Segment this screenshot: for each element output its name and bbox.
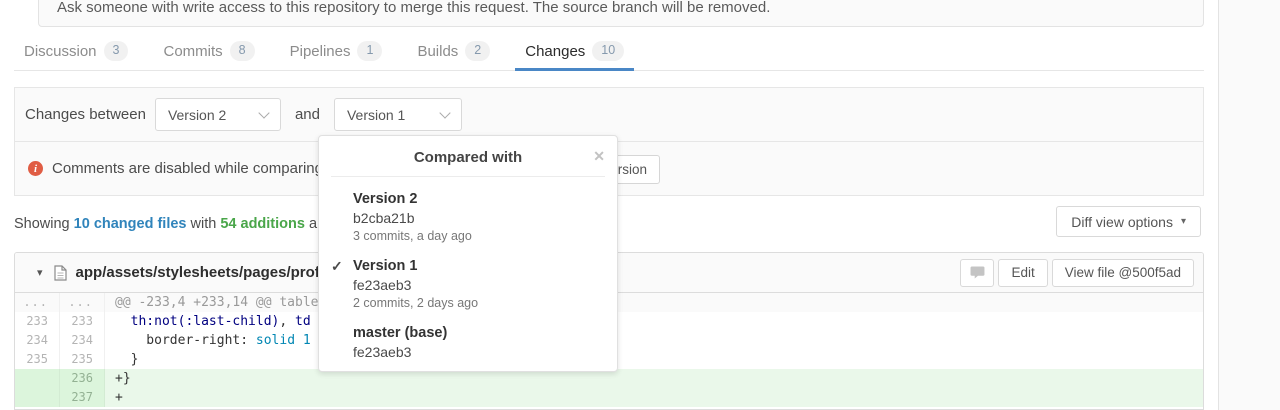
- tab-label: Discussion: [24, 43, 97, 60]
- close-icon[interactable]: ✕: [593, 149, 605, 163]
- tab-label: Changes: [525, 43, 585, 60]
- old-line-number[interactable]: 233: [15, 312, 60, 331]
- compare-to-select[interactable]: Version 1: [334, 98, 462, 131]
- code-line: border-right: solid 1: [105, 331, 1203, 350]
- tab-count-badge: 1: [357, 41, 382, 61]
- banner-text: Ask someone with write access to this re…: [39, 0, 1203, 16]
- tab-discussion[interactable]: Discussion 3: [14, 34, 138, 71]
- summary-middle: with: [191, 216, 217, 232]
- file-icon: [54, 265, 67, 281]
- old-line-number[interactable]: 234: [15, 331, 60, 350]
- tab-count-badge: 8: [230, 41, 255, 61]
- new-line-number[interactable]: 233: [60, 312, 105, 331]
- view-file-button[interactable]: View file @500f5ad: [1052, 259, 1194, 287]
- tab-count-badge: 10: [592, 41, 624, 61]
- compared-with-dropdown: Compared with ✕ ✓ Version 2 b2cba21b 3 c…: [318, 135, 618, 372]
- version-option-title: master (base): [353, 324, 601, 343]
- chevron-down-icon: [439, 107, 450, 118]
- compare-conjunction: and: [295, 106, 320, 123]
- new-line-number[interactable]: 234: [60, 331, 105, 350]
- compare-to-value: Version 1: [347, 107, 405, 123]
- version-option-title: Version 1: [353, 257, 601, 276]
- version-option-sha: b2cba21b: [353, 209, 601, 228]
- tab-label: Builds: [417, 43, 458, 60]
- code-line: th:not(:last-child), td: [105, 312, 1203, 331]
- diff-summary-text: Showing 10 changed files with 54 additio…: [14, 216, 333, 232]
- new-line-number[interactable]: 237: [60, 388, 105, 407]
- tab-label: Pipelines: [290, 43, 351, 60]
- version-option-sha: fe23aeb3: [353, 343, 601, 362]
- comment-button[interactable]: [960, 259, 994, 287]
- mr-tabs: Discussion 3 Commits 8 Pipelines 1 Build…: [14, 34, 1204, 71]
- tab-commits[interactable]: Commits 8: [153, 34, 264, 71]
- code-line: +}: [105, 369, 1203, 388]
- tab-changes[interactable]: Changes 10: [515, 34, 634, 71]
- comment-bubble-icon: [970, 266, 985, 279]
- code-line: @@ -233,4 +233,14 @@ table: [105, 293, 1203, 312]
- tab-label: Commits: [163, 43, 222, 60]
- info-icon: i: [28, 161, 43, 176]
- dropdown-header: Compared with ✕: [331, 136, 605, 177]
- diff-row: 237 +: [15, 388, 1203, 407]
- old-line-number[interactable]: [15, 369, 60, 388]
- version-option-meta: 2 commits, 2 days ago: [353, 295, 601, 312]
- version-option[interactable]: ✓ master (base) fe23aeb3: [319, 324, 617, 372]
- additions-count: 54 additions: [220, 216, 305, 232]
- tab-pipelines[interactable]: Pipelines 1: [280, 34, 393, 71]
- diff-view-options-button[interactable]: Diff view options ▾: [1056, 206, 1201, 237]
- old-line-number[interactable]: ...: [15, 293, 60, 312]
- compare-from-select[interactable]: Version 2: [155, 98, 281, 131]
- chevron-down-icon: [258, 107, 269, 118]
- check-icon: ✓: [331, 258, 343, 275]
- collapsed-sidebar: [1218, 0, 1280, 410]
- version-option-meta: 3 commits, a day ago: [353, 228, 601, 245]
- tab-count-badge: 3: [104, 41, 129, 61]
- new-line-number[interactable]: 235: [60, 350, 105, 369]
- compare-versions-bar: Changes between Version 2 and Version 1: [14, 87, 1204, 142]
- collapse-caret-icon[interactable]: ▾: [37, 266, 43, 279]
- version-option-sha: fe23aeb3: [353, 276, 601, 295]
- file-header-actions: Edit View file @500f5ad: [960, 259, 1194, 287]
- tab-count-badge: 2: [465, 41, 490, 61]
- caret-down-icon: ▾: [1181, 216, 1186, 227]
- version-option-title: Version 2: [353, 190, 601, 209]
- new-line-number[interactable]: 236: [60, 369, 105, 388]
- new-line-number[interactable]: ...: [60, 293, 105, 312]
- code-line: +: [105, 388, 1203, 407]
- dropdown-title: Compared with: [414, 149, 522, 166]
- old-line-number[interactable]: [15, 388, 60, 407]
- merge-request-page: Ask someone with write access to this re…: [0, 0, 1280, 410]
- code-line: }: [105, 350, 1203, 369]
- old-line-number[interactable]: 235: [15, 350, 60, 369]
- version-option[interactable]: ✓ Version 2 b2cba21b 3 commits, a day ag…: [319, 190, 617, 257]
- merge-widget-banner: Ask someone with write access to this re…: [38, 0, 1204, 27]
- version-list: ✓ Version 2 b2cba21b 3 commits, a day ag…: [319, 177, 617, 372]
- compare-label: Changes between: [25, 106, 146, 123]
- tab-builds[interactable]: Builds 2: [407, 34, 500, 71]
- diff-view-options-label: Diff view options: [1071, 214, 1173, 230]
- edit-button[interactable]: Edit: [998, 259, 1047, 287]
- compare-from-value: Version 2: [168, 107, 226, 123]
- changed-files-link[interactable]: 10 changed files: [74, 216, 187, 232]
- version-option[interactable]: ✓ Version 1 fe23aeb3 2 commits, 2 days a…: [319, 257, 617, 324]
- summary-prefix: Showing: [14, 216, 70, 232]
